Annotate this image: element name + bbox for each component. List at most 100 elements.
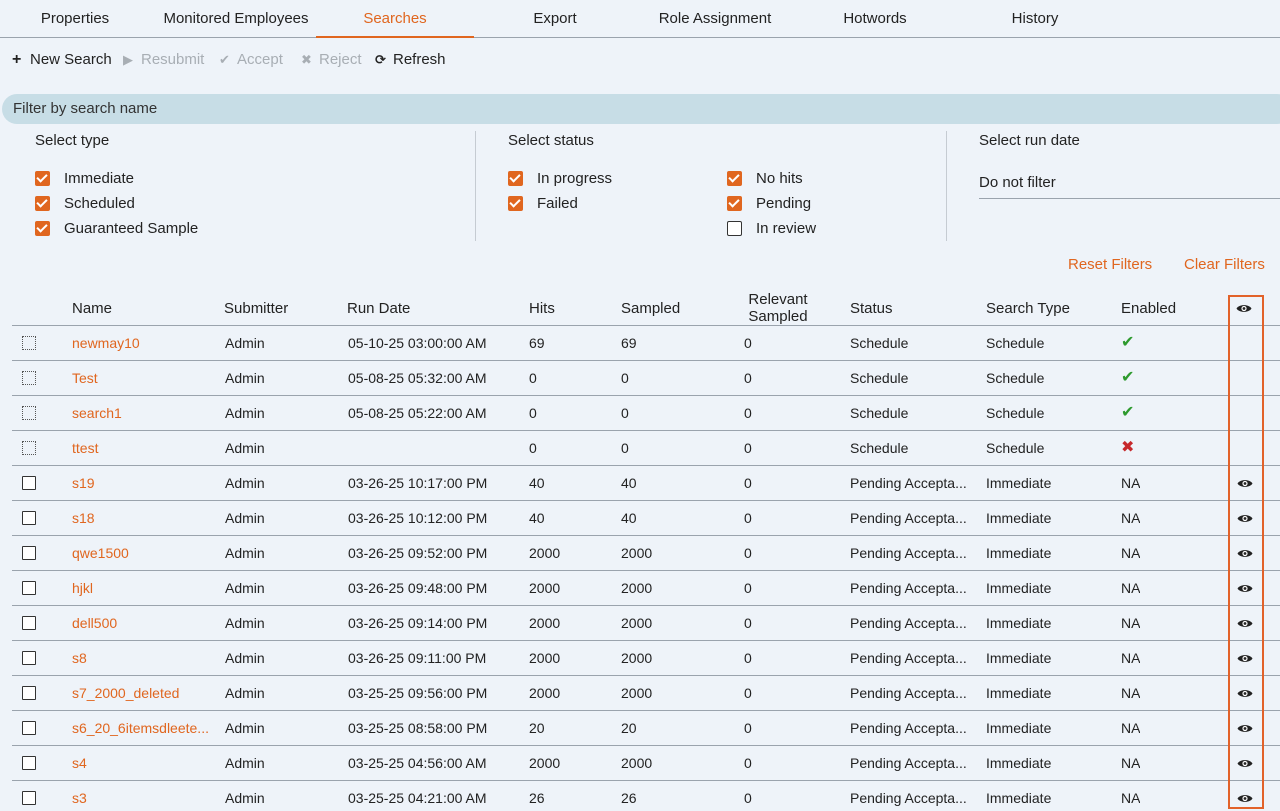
search-name-link[interactable]: s7_2000_deleted: [72, 676, 212, 710]
checkbox-checked-icon[interactable]: [35, 171, 50, 186]
column-header-enabled[interactable]: Enabled: [1121, 290, 1176, 326]
clear-filters-link[interactable]: Clear Filters: [1184, 256, 1265, 273]
table-row[interactable]: qwe1500 Admin 03-26-25 09:52:00 PM 2000 2000…: [12, 536, 1280, 571]
checkbox-checked-icon[interactable]: [727, 171, 742, 186]
table-row[interactable]: s3 Admin 03-25-25 04:21:00 AM 26 26 0 Pending …: [12, 781, 1280, 811]
status-cell: Pending Accepta...: [850, 615, 967, 631]
checkbox-unchecked-icon[interactable]: [727, 221, 742, 236]
search-name-link[interactable]: s8: [72, 641, 212, 675]
search-name-link[interactable]: hjkl: [72, 571, 212, 605]
row-select-checkbox[interactable]: [22, 441, 36, 455]
checkbox-label: Pending: [756, 195, 812, 212]
search-type-cell: Schedule: [986, 335, 1045, 351]
column-header-sampled[interactable]: Sampled: [621, 290, 680, 326]
row-select-checkbox[interactable]: [22, 476, 36, 490]
run-date-cell: 03-26-25 10:17:00 PM: [348, 475, 488, 491]
status-cell: Schedule: [850, 405, 909, 421]
row-select-checkbox[interactable]: [22, 511, 36, 525]
column-header-run-date[interactable]: Run Date: [347, 290, 410, 326]
tab-monitored-employees[interactable]: Monitored Employees: [158, 0, 314, 38]
reset-filters-link[interactable]: Reset Filters: [1068, 256, 1152, 273]
sampled-cell: 2000: [621, 545, 653, 561]
row-select-checkbox[interactable]: [22, 686, 36, 700]
search-name-link[interactable]: dell500: [72, 606, 212, 640]
tab-export[interactable]: Export: [500, 0, 610, 38]
search-type-cell: Immediate: [986, 650, 1052, 666]
table-row[interactable]: hjkl Admin 03-26-25 09:48:00 PM 2000 2000 0 Pe…: [12, 571, 1280, 606]
table-row[interactable]: s18 Admin 03-26-25 10:12:00 PM 40 40 0 Pending…: [12, 501, 1280, 536]
enabled-cell: NA: [1121, 720, 1141, 736]
row-select-checkbox[interactable]: [22, 791, 36, 805]
search-type-cell: Immediate: [986, 580, 1052, 596]
search-type-cell: Immediate: [986, 510, 1052, 526]
table-row[interactable]: newmay10 Admin 05-10-25 03:00:00 AM 69 69 0 Sc…: [12, 326, 1280, 361]
row-select-checkbox[interactable]: [22, 406, 36, 420]
status-cell: Schedule: [850, 335, 909, 351]
column-header-status[interactable]: Status: [850, 290, 893, 326]
search-name-link[interactable]: ttest: [72, 431, 212, 465]
column-header-relevant-sampled[interactable]: Relevant Sampled: [738, 290, 818, 326]
status-cell: Pending Accepta...: [850, 545, 967, 561]
row-select-checkbox[interactable]: [22, 336, 36, 350]
sampled-cell: 0: [621, 405, 629, 421]
search-name-filter-input[interactable]: Filter by search name: [2, 94, 1280, 124]
search-name-link[interactable]: s6_20_6itemsdleete...: [72, 711, 212, 745]
row-select-checkbox[interactable]: [22, 721, 36, 735]
search-name-link[interactable]: s4: [72, 746, 212, 780]
table-row[interactable]: Test Admin 05-08-25 05:32:00 AM 0 0 0 Schedule…: [12, 361, 1280, 396]
row-select-checkbox[interactable]: [22, 581, 36, 595]
column-header-search-type[interactable]: Search Type: [986, 290, 1070, 326]
tab-hotwords[interactable]: Hotwords: [820, 0, 930, 38]
search-type-cell: Schedule: [986, 405, 1045, 421]
sampled-cell: 20: [621, 720, 637, 736]
checkbox-checked-icon[interactable]: [727, 196, 742, 211]
search-name-link[interactable]: search1: [72, 396, 212, 430]
table-row[interactable]: s4 Admin 03-25-25 04:56:00 AM 2000 2000 0 Pend…: [12, 746, 1280, 781]
search-name-link[interactable]: s19: [72, 466, 212, 500]
row-select-checkbox[interactable]: [22, 616, 36, 630]
row-select-checkbox[interactable]: [22, 651, 36, 665]
column-header-name[interactable]: Name: [72, 290, 112, 326]
status-cell: Schedule: [850, 440, 909, 456]
column-header-submitter[interactable]: Submitter: [224, 290, 288, 326]
tab-searches[interactable]: Searches: [316, 0, 474, 38]
submitter-cell: Admin: [225, 370, 265, 386]
checkbox-label: Failed: [537, 195, 578, 212]
new-search-button[interactable]: + New Search: [12, 48, 112, 72]
refresh-button[interactable]: ⟳ Refresh: [375, 48, 446, 72]
table-row[interactable]: s7_2000_deleted Admin 03-25-25 09:56:00 PM…: [12, 676, 1280, 711]
row-select-checkbox[interactable]: [22, 371, 36, 385]
resubmit-button[interactable]: ▶ Resubmit: [123, 48, 204, 72]
checkbox-checked-icon[interactable]: [508, 196, 523, 211]
table-row[interactable]: s6_20_6itemsdleete... Admin 03-25-25 08:58…: [12, 711, 1280, 746]
checkbox-checked-icon[interactable]: [35, 196, 50, 211]
checkbox-checked-icon[interactable]: [35, 221, 50, 236]
tab-properties[interactable]: Properties: [12, 0, 138, 38]
checkbox-label: Guaranteed Sample: [64, 220, 199, 237]
table-row[interactable]: s19 Admin 03-26-25 10:17:00 PM 40 40 0 Pending…: [12, 466, 1280, 501]
reject-button[interactable]: ✖ Reject: [301, 48, 362, 72]
run-date-select[interactable]: Do not filter: [979, 172, 1280, 199]
search-name-link[interactable]: Test: [72, 361, 212, 395]
search-name-link[interactable]: s3: [72, 781, 212, 811]
table-row[interactable]: s8 Admin 03-26-25 09:11:00 PM 2000 2000 0 Pend…: [12, 641, 1280, 676]
enabled-cell: NA: [1121, 580, 1141, 596]
accept-button[interactable]: ✔ Accept: [219, 48, 283, 72]
tab-role-assignment[interactable]: Role Assignment: [650, 0, 780, 38]
checkbox-checked-icon[interactable]: [508, 171, 523, 186]
enabled-cell: NA: [1121, 755, 1141, 771]
search-name-link[interactable]: s18: [72, 501, 212, 535]
sampled-cell: 40: [621, 510, 637, 526]
status-cell: Pending Accepta...: [850, 650, 967, 666]
search-name-link[interactable]: qwe1500: [72, 536, 212, 570]
table-row[interactable]: search1 Admin 05-08-25 05:22:00 AM 0 0 0 Sched…: [12, 396, 1280, 431]
tab-history[interactable]: History: [980, 0, 1090, 38]
row-select-checkbox[interactable]: [22, 546, 36, 560]
submitter-cell: Admin: [225, 510, 265, 526]
search-name-link[interactable]: newmay10: [72, 326, 212, 360]
enabled-cell: NA: [1121, 650, 1141, 666]
row-select-checkbox[interactable]: [22, 756, 36, 770]
table-row[interactable]: ttest Admin 0 0 0 Schedule Schedule ✖: [12, 431, 1280, 466]
table-row[interactable]: dell500 Admin 03-26-25 09:14:00 PM 2000 2000…: [12, 606, 1280, 641]
column-header-hits[interactable]: Hits: [529, 290, 555, 326]
